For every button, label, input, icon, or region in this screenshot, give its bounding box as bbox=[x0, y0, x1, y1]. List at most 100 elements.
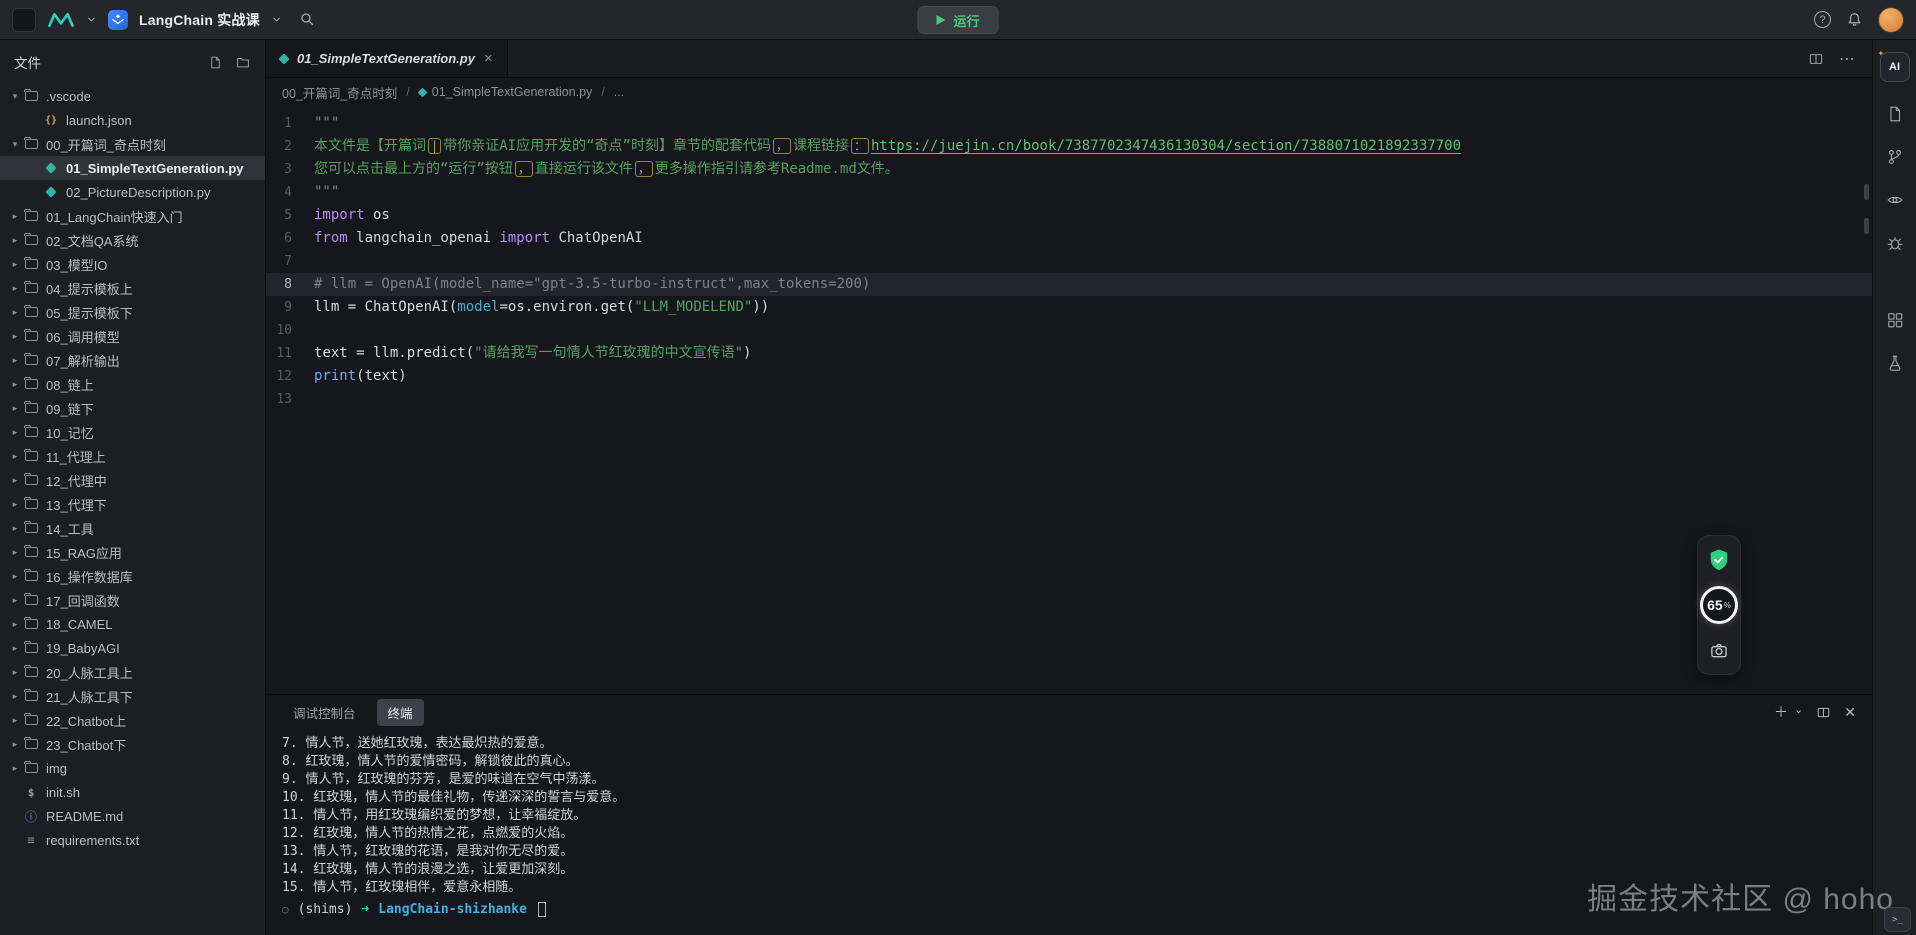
new-terminal-icon[interactable]: ＋ bbox=[1774, 705, 1788, 719]
code-line[interactable]: 5import os bbox=[266, 204, 1872, 227]
code-line[interactable]: 11text = llm.predict("请给我写一句情人节红玫瑰的中文宣传语… bbox=[266, 342, 1872, 365]
tree-folder-item[interactable]: ▸17_回调函数 bbox=[0, 588, 265, 612]
split-panel-icon[interactable] bbox=[1816, 705, 1831, 720]
code-line[interactable]: 1""" bbox=[266, 112, 1872, 135]
extensions-grid-icon[interactable] bbox=[1879, 304, 1911, 336]
tree-folder-item[interactable]: ▸16_操作数据库 bbox=[0, 564, 265, 588]
code-line[interactable]: 8# llm = OpenAI(model_name="gpt-3.5-turb… bbox=[266, 273, 1872, 296]
tree-folder-item[interactable]: ▸09_链下 bbox=[0, 396, 265, 420]
preview-eye-icon[interactable] bbox=[1879, 184, 1911, 216]
code-line[interactable]: 3您可以点击最上方的“运行”按钮，直接运行该文件，更多操作指引请参考Readme… bbox=[266, 158, 1872, 181]
tree-folder-item[interactable]: ▸01_LangChain快速入门 bbox=[0, 204, 265, 228]
tree-file-item[interactable]: 01_SimpleTextGeneration.py bbox=[0, 156, 265, 180]
code-line[interactable]: 13 bbox=[266, 388, 1872, 411]
code-line[interactable]: 2本文件是【开篇词|带你亲证AI应用开发的“奇点”时刻】章节的配套代码，课程链接… bbox=[266, 135, 1872, 158]
prompt-indicator: ○ bbox=[282, 903, 289, 916]
code-line[interactable]: 4""" bbox=[266, 181, 1872, 204]
tree-item-label: launch.json bbox=[66, 113, 132, 128]
new-file-icon[interactable] bbox=[208, 55, 223, 70]
chevron-down-icon[interactable] bbox=[86, 14, 97, 25]
code-line[interactable]: 10 bbox=[266, 319, 1872, 342]
code-token: 更多操作指引请参考Readme.md文件。 bbox=[655, 161, 899, 177]
tree-item-label: 16_操作数据库 bbox=[46, 567, 133, 586]
tree-folder-item[interactable]: ▸10_记忆 bbox=[0, 420, 265, 444]
run-button[interactable]: 运行 bbox=[917, 6, 998, 34]
tree-folder-item[interactable]: ▸02_文档QA系统 bbox=[0, 228, 265, 252]
chevron-down-icon[interactable] bbox=[271, 14, 282, 25]
panel-tab[interactable]: 调试控制台 bbox=[282, 699, 367, 726]
tree-folder-item[interactable]: ▸07_解析输出 bbox=[0, 348, 265, 372]
tree-folder-item[interactable]: ▸21_人脉工具下 bbox=[0, 684, 265, 708]
tree-folder-item[interactable]: ▸11_代理上 bbox=[0, 444, 265, 468]
app-window-icon[interactable] bbox=[12, 8, 36, 32]
new-folder-icon[interactable] bbox=[235, 55, 251, 70]
marscode-logo-icon[interactable] bbox=[47, 11, 75, 29]
docs-file-icon[interactable] bbox=[1879, 98, 1911, 130]
close-icon[interactable]: × bbox=[484, 51, 493, 66]
tree-folder-item[interactable]: ▸05_提示模板下 bbox=[0, 300, 265, 324]
tree-folder-item[interactable]: ▾00_开篇词_奇点时刻 bbox=[0, 132, 265, 156]
project-title[interactable]: LangChain 实战课 bbox=[139, 10, 260, 30]
code-token: ， bbox=[773, 138, 791, 154]
line-number: 1 bbox=[266, 112, 314, 135]
code-line[interactable]: 12print(text) bbox=[266, 365, 1872, 388]
code-token: ， bbox=[515, 161, 533, 177]
folder-icon bbox=[22, 424, 40, 440]
tree-folder-item[interactable]: ▸14_工具 bbox=[0, 516, 265, 540]
breadcrumb-item[interactable]: 00_开篇词_奇点时刻 bbox=[282, 83, 397, 102]
tree-folder-item[interactable]: ▸06_调用模型 bbox=[0, 324, 265, 348]
tree-folder-item[interactable]: ▸03_模型IO bbox=[0, 252, 265, 276]
code-token: 您可以点击最上方的“运行”按钮 bbox=[314, 161, 513, 177]
sidebar-title: 文件 bbox=[14, 52, 41, 72]
terminal-corner-icon[interactable]: >_ bbox=[1884, 907, 1911, 932]
debug-bug-icon[interactable] bbox=[1879, 227, 1911, 259]
scrollbar-marker[interactable] bbox=[1864, 184, 1869, 200]
more-actions-icon[interactable]: ⋯ bbox=[1839, 49, 1856, 69]
tree-item-label: 23_Chatbot下 bbox=[46, 735, 126, 754]
bell-icon[interactable] bbox=[1846, 11, 1863, 28]
tree-item-label: 15_RAG应用 bbox=[46, 543, 122, 562]
tree-folder-item[interactable]: ▸18_CAMEL bbox=[0, 612, 265, 636]
tree-folder-item[interactable]: ▸19_BabyAGI bbox=[0, 636, 265, 660]
score-badge[interactable]: 65% bbox=[1700, 586, 1738, 624]
line-number: 13 bbox=[266, 388, 314, 411]
tree-folder-item[interactable]: ▸20_人脉工具上 bbox=[0, 660, 265, 684]
scrollbar-marker[interactable] bbox=[1864, 218, 1869, 234]
chevron-right-icon: ▸ bbox=[8, 451, 22, 462]
screenshot-camera-icon[interactable] bbox=[1703, 634, 1735, 666]
tree-folder-item[interactable]: ▸08_链上 bbox=[0, 372, 265, 396]
tree-file-item[interactable]: $init.sh bbox=[0, 780, 265, 804]
panel-tab[interactable]: 终端 bbox=[377, 699, 424, 726]
chevron-down-icon[interactable]: ⌄ bbox=[1794, 705, 1803, 716]
avatar[interactable] bbox=[1878, 7, 1904, 33]
tree-item-label: .vscode bbox=[46, 89, 91, 104]
tree-file-item[interactable]: {}launch.json bbox=[0, 108, 265, 132]
split-editor-icon[interactable] bbox=[1808, 51, 1824, 67]
security-shield-icon[interactable] bbox=[1703, 544, 1735, 576]
search-icon[interactable] bbox=[299, 11, 316, 28]
help-icon[interactable]: ? bbox=[1814, 11, 1831, 28]
tree-folder-item[interactable]: ▸13_代理下 bbox=[0, 492, 265, 516]
code-editor[interactable]: 1"""2本文件是【开篇词|带你亲证AI应用开发的“奇点”时刻】章节的配套代码，… bbox=[266, 106, 1872, 694]
tree-folder-item[interactable]: ▸12_代理中 bbox=[0, 468, 265, 492]
ai-assistant-icon[interactable]: AI bbox=[1880, 52, 1910, 82]
code-line[interactable]: 7 bbox=[266, 250, 1872, 273]
tree-folder-item[interactable]: ▾.vscode bbox=[0, 84, 265, 108]
tree-file-item[interactable]: ⓘREADME.md bbox=[0, 804, 265, 828]
tree-folder-item[interactable]: ▸23_Chatbot下 bbox=[0, 732, 265, 756]
tree-folder-item[interactable]: ▸15_RAG应用 bbox=[0, 540, 265, 564]
breadcrumb-item[interactable]: 01_SimpleTextGeneration.py bbox=[419, 85, 593, 99]
editor-tab[interactable]: 01_SimpleTextGeneration.py × bbox=[266, 40, 508, 77]
tree-folder-item[interactable]: ▸22_Chatbot上 bbox=[0, 708, 265, 732]
tree-file-item[interactable]: ≡requirements.txt bbox=[0, 828, 265, 852]
tree-folder-item[interactable]: ▸img bbox=[0, 756, 265, 780]
code-line[interactable]: 9llm = ChatOpenAI(model=os.environ.get("… bbox=[266, 296, 1872, 319]
tree-file-item[interactable]: 02_PictureDescription.py bbox=[0, 180, 265, 204]
code-text: # llm = OpenAI(model_name="gpt-3.5-turbo… bbox=[314, 273, 870, 296]
lab-flask-icon[interactable] bbox=[1879, 347, 1911, 379]
tree-folder-item[interactable]: ▸04_提示模板上 bbox=[0, 276, 265, 300]
close-panel-icon[interactable]: ✕ bbox=[1844, 705, 1856, 719]
breadcrumb-item[interactable]: ... bbox=[614, 85, 624, 99]
git-branch-icon[interactable] bbox=[1879, 141, 1911, 173]
code-line[interactable]: 6from langchain_openai import ChatOpenAI bbox=[266, 227, 1872, 250]
